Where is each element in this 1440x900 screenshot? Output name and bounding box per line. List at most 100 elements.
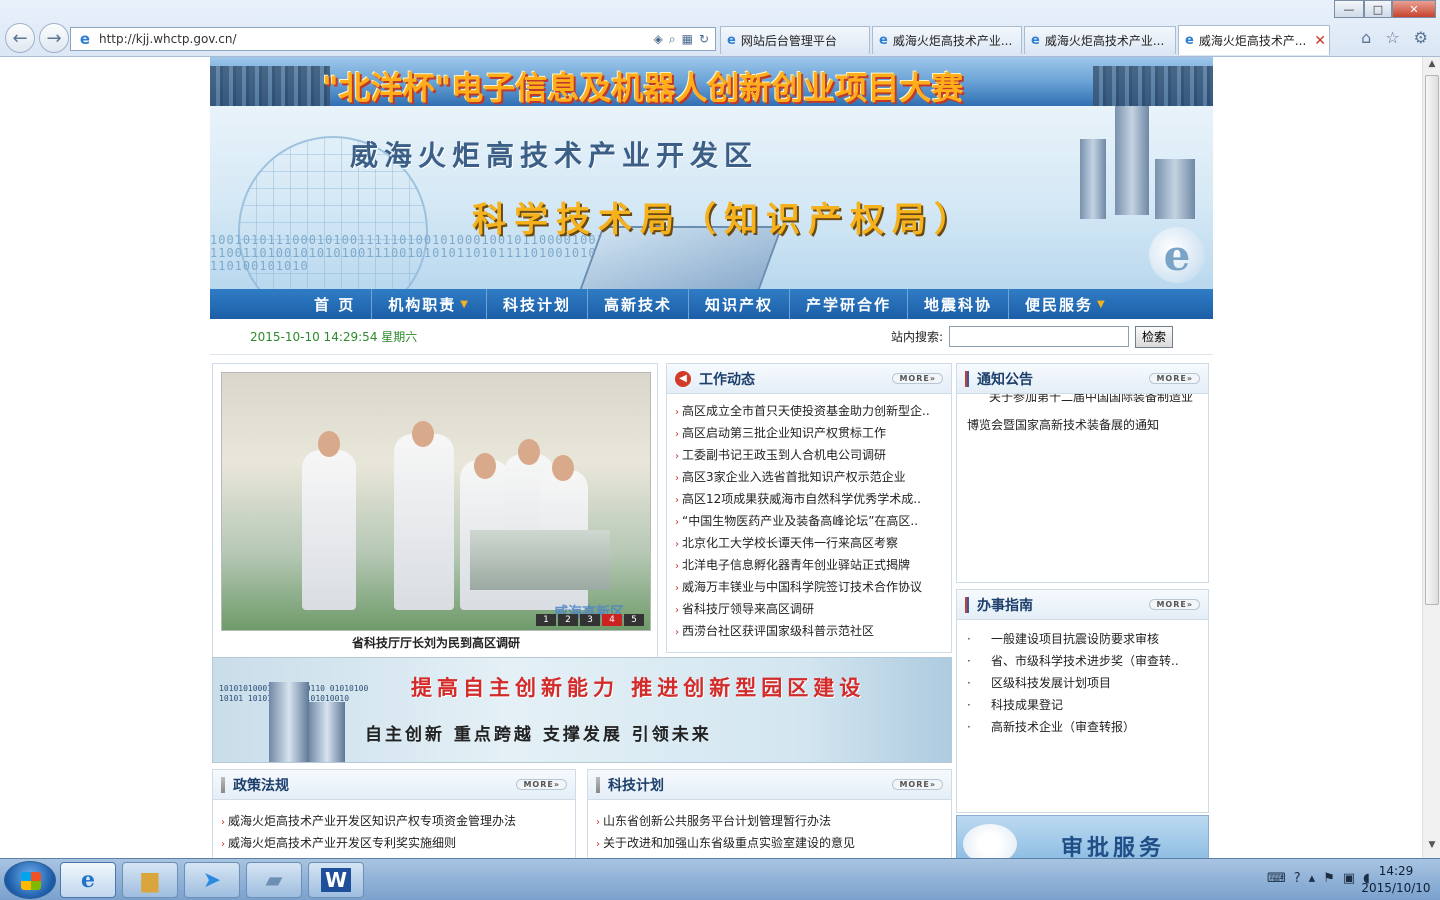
keyboard-icon[interactable]: ⌨ [1267, 871, 1286, 886]
tray-expand-icon[interactable]: ▴ [1309, 871, 1316, 886]
news-text: 工委副书记王政玉到人合机电公司调研 [682, 448, 887, 462]
news-item[interactable]: › 北洋电子信息孵化器青年创业驿站正式揭牌 [675, 554, 943, 576]
notice-line[interactable]: 博览会暨国家高新技术装备展的通知 [967, 414, 1159, 434]
guide-item[interactable]: · 科技成果登记 [967, 694, 1198, 716]
network-icon[interactable]: ▣ [1343, 871, 1355, 886]
news-item[interactable]: › 省科技厅领导来高区调研 [675, 598, 943, 620]
back-button[interactable]: ← [5, 23, 35, 53]
policy-item[interactable]: › 威海火炬高技术产业开发区知识产权专项资金管理办法 [221, 810, 567, 832]
approval-service-banner[interactable]: 审批服务 [956, 815, 1209, 858]
scroll-down-icon[interactable]: ▼ [1423, 840, 1440, 856]
contest-banner[interactable]: "北洋杯"电子信息及机器人创新创业项目大赛 [210, 57, 1213, 106]
bullet-icon: › [675, 495, 679, 506]
system-clock[interactable]: 14:29 2015/10/10 [1356, 863, 1436, 897]
photo-caption[interactable]: 省科技厅厅长刘为民到高区调研 [213, 634, 659, 651]
search-icon[interactable]: ⌕ [669, 32, 676, 47]
tab-whctp-active[interactable]: e 威海火炬高技术产... ✕ [1178, 25, 1330, 55]
bullet-icon: › [675, 429, 679, 440]
plan-item[interactable]: › 关于改进和加强山东省级重点实验室建设的意见 [596, 832, 943, 854]
favorites-star-icon[interactable]: ☆ [1385, 28, 1399, 47]
more-button[interactable]: MORE» [516, 779, 567, 790]
plan-text: 山东省创新公共服务平台计划管理暂行办法 [603, 814, 832, 828]
refresh-icon[interactable]: ↻ [699, 32, 709, 47]
bullet-icon: › [221, 839, 225, 850]
page-button[interactable]: 2 [558, 614, 578, 626]
tab-whctp-1[interactable]: e 威海火炬高技术产业... [872, 26, 1022, 54]
tower-graphic [1155, 159, 1195, 219]
nav-industry-research[interactable]: 产学研合作 [790, 289, 909, 319]
guide-item[interactable]: · 区级科技发展计划项目 [967, 672, 1198, 694]
nav-ip[interactable]: 知识产权 [689, 289, 790, 319]
nav-tech-plan[interactable]: 科技计划 [487, 289, 588, 319]
nav-responsibilities[interactable]: 机构职责 ▼ [372, 289, 487, 319]
nav-home[interactable]: 首 页 [298, 289, 373, 319]
nav-label: 知识产权 [704, 295, 773, 314]
search-label: 站内搜索: [890, 330, 943, 344]
news-item[interactable]: › “中国生物医药产业及装备高峰论坛”在高区.. [675, 510, 943, 532]
page-button[interactable]: 5 [624, 614, 644, 626]
guide-item[interactable]: · 一般建设项目抗震设防要求审核 [967, 628, 1198, 650]
plan-item[interactable]: › 山东省创新公共服务平台计划管理暂行办法 [596, 810, 943, 832]
nav-label: 地震科协 [924, 295, 993, 314]
compat-view-icon[interactable]: ▦ [682, 32, 693, 47]
guide-text: 省、市级科学技术进步奖（审查转.. [991, 654, 1179, 668]
page-button[interactable]: 3 [580, 614, 600, 626]
maximize-button[interactable]: □ [1364, 0, 1392, 18]
news-item[interactable]: › 工委副书记王政玉到人合机电公司调研 [675, 444, 943, 466]
policy-item[interactable]: › 威海火炬高技术产业开发区专利奖实施细则 [221, 832, 567, 854]
innovation-banner[interactable]: 1010101000101001010110 0101010010101 101… [212, 657, 952, 763]
more-button[interactable]: MORE» [892, 779, 943, 790]
slideshow-image[interactable]: 威海高新区 1 2 3 4 5 [221, 372, 651, 631]
news-text: 高区启动第三批企业知识产权贯标工作 [682, 426, 887, 440]
notice-line[interactable]: 关于参加第十二届中国国际装备制造业 [989, 394, 1193, 408]
more-button[interactable]: MORE» [1149, 599, 1200, 610]
close-button[interactable]: ✕ [1392, 0, 1436, 18]
news-item[interactable]: › 高区3家企业入选省首批知识产权示范企业 [675, 466, 943, 488]
search-button[interactable]: 检索 [1135, 325, 1173, 348]
taskbar-messenger[interactable]: ➤ [184, 862, 240, 898]
minimize-button[interactable]: — [1334, 0, 1364, 18]
address-bar[interactable]: e http://kjj.whctp.gov.cn/ ◈ ⌕ ▦ ↻ [70, 27, 716, 51]
page-button-active[interactable]: 4 [602, 614, 622, 626]
more-button[interactable]: MORE» [892, 373, 943, 384]
person-head [518, 439, 540, 465]
flag-icon[interactable]: ⚑ [1323, 871, 1335, 886]
bullet-icon: › [675, 451, 679, 462]
taskbar-ie[interactable]: e [60, 862, 116, 898]
news-item[interactable]: › 高区成立全市首只天使投资基金助力创新型企.. [675, 400, 943, 422]
policy-list: › 威海火炬高技术产业开发区知识产权专项资金管理办法 › 威海火炬高技术产业开发区专… [213, 800, 575, 854]
news-item[interactable]: › 高区12项成果获威海市自然科学优秀学术成.. [675, 488, 943, 510]
start-button[interactable] [4, 861, 56, 899]
taskbar-wps[interactable]: W [308, 862, 364, 898]
search-input[interactable] [949, 326, 1129, 347]
nav-services[interactable]: 便民服务 ▼ [1009, 289, 1123, 319]
scroll-up-icon[interactable]: ▲ [1423, 59, 1440, 75]
close-tab-icon[interactable]: ✕ [1314, 33, 1326, 49]
home-icon[interactable]: ⌂ [1361, 28, 1371, 47]
taskbar-notes[interactable]: ▰ [246, 862, 302, 898]
tab-whctp-2[interactable]: e 威海火炬高技术产业... [1024, 26, 1176, 54]
forward-button[interactable]: → [39, 23, 69, 53]
url-text[interactable]: http://kjj.whctp.gov.cn/ [99, 32, 654, 46]
news-text: 北洋电子信息孵化器青年创业驿站正式揭牌 [682, 558, 911, 572]
news-item[interactable]: › 威海万丰镁业与中国科学院签订技术合作协议 [675, 576, 943, 598]
settings-gear-icon[interactable]: ⚙ [1414, 28, 1428, 47]
news-item[interactable]: › 高区启动第三批企业知识产权贯标工作 [675, 422, 943, 444]
taskbar-explorer[interactable]: ▆ [122, 862, 178, 898]
tab-label: 威海火炬高技术产... [1198, 34, 1307, 48]
vertical-scrollbar[interactable]: ▲ ▼ [1422, 57, 1440, 858]
approval-label: 审批服务 [1061, 836, 1166, 858]
page-button[interactable]: 1 [536, 614, 556, 626]
nav-earthquake[interactable]: 地震科协 [908, 289, 1010, 319]
bureau-title: 科学技术局（知识产权局） [472, 200, 976, 240]
guide-item[interactable]: · 高新技术企业（审查转报） [967, 716, 1198, 738]
tab-admin-platform[interactable]: e 网站后台管理平台 [720, 26, 870, 54]
help-icon[interactable]: ? [1294, 871, 1301, 886]
nav-high-tech[interactable]: 高新技术 [588, 289, 689, 319]
scroll-thumb[interactable] [1425, 75, 1439, 605]
news-item[interactable]: › 北京化工大学校长谭天伟一行来高区考察 [675, 532, 943, 554]
news-item[interactable]: › 西涝台社区获评国家级科普示范社区 [675, 620, 943, 642]
shield-icon[interactable]: ◈ [654, 32, 663, 47]
more-button[interactable]: MORE» [1149, 373, 1200, 384]
guide-item[interactable]: · 省、市级科学技术进步奖（审查转.. [967, 650, 1198, 672]
